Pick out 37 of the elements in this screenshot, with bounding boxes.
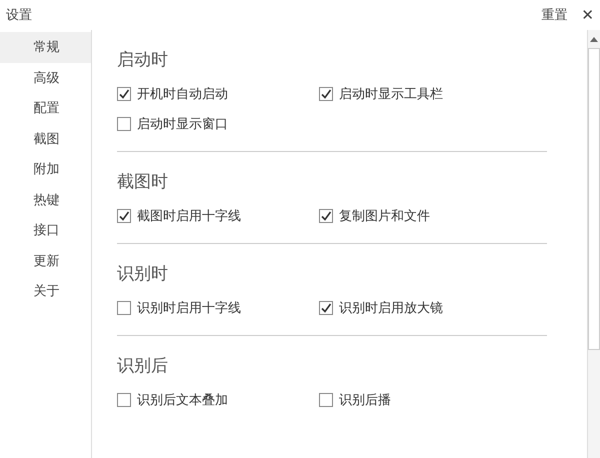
checkbox-option[interactable]: 识别后文本叠加	[117, 391, 319, 409]
sidebar-item[interactable]: 截图	[0, 124, 91, 154]
section-title: 启动时	[117, 49, 169, 71]
checkbox-option[interactable]: 识别时启用十字线	[117, 299, 319, 317]
section-title: 识别后	[117, 355, 169, 377]
window-title: 设置	[6, 7, 32, 24]
checkbox[interactable]	[117, 209, 131, 223]
sidebar-item[interactable]: 高级	[0, 62, 91, 93]
checkbox[interactable]	[117, 393, 131, 407]
sidebar-item[interactable]: 热键	[0, 184, 91, 215]
checkbox[interactable]	[117, 117, 131, 131]
scroll-thumb[interactable]	[588, 48, 600, 350]
checkbox[interactable]	[319, 209, 333, 223]
sidebar-item[interactable]: 常规	[0, 32, 91, 62]
checkbox-option[interactable]: 识别后播	[319, 391, 547, 409]
checkbox[interactable]	[117, 301, 131, 315]
sidebar-item[interactable]: 关于	[0, 276, 91, 306]
scroll-up-icon[interactable]	[590, 36, 598, 42]
sidebar-item[interactable]: 接口	[0, 215, 91, 246]
checkbox-option[interactable]: 开机时自动启动	[117, 85, 319, 103]
close-button[interactable]: ✕	[581, 6, 594, 24]
section-title: 识别时	[117, 263, 169, 285]
checkbox-option[interactable]: 识别时启用放大镜	[319, 299, 547, 317]
sidebar-item[interactable]: 更新	[0, 246, 91, 276]
checkbox[interactable]	[319, 301, 333, 315]
checkbox-option[interactable]: 复制图片和文件	[319, 207, 547, 225]
checkbox[interactable]	[117, 87, 131, 101]
sidebar-item[interactable]: 配置	[0, 93, 91, 124]
checkbox[interactable]	[319, 87, 333, 101]
section-title: 截图时	[117, 171, 169, 193]
sidebar-item[interactable]: 附加	[0, 154, 91, 184]
scrollbar[interactable]	[587, 30, 600, 458]
reset-button[interactable]: 重置	[541, 6, 568, 24]
checkbox-option[interactable]: 截图时启用十字线	[117, 207, 319, 225]
checkbox-option[interactable]: 启动时显示工具栏	[319, 85, 547, 103]
checkbox[interactable]	[319, 393, 333, 407]
checkbox-option[interactable]: 启动时显示窗口	[117, 115, 319, 133]
